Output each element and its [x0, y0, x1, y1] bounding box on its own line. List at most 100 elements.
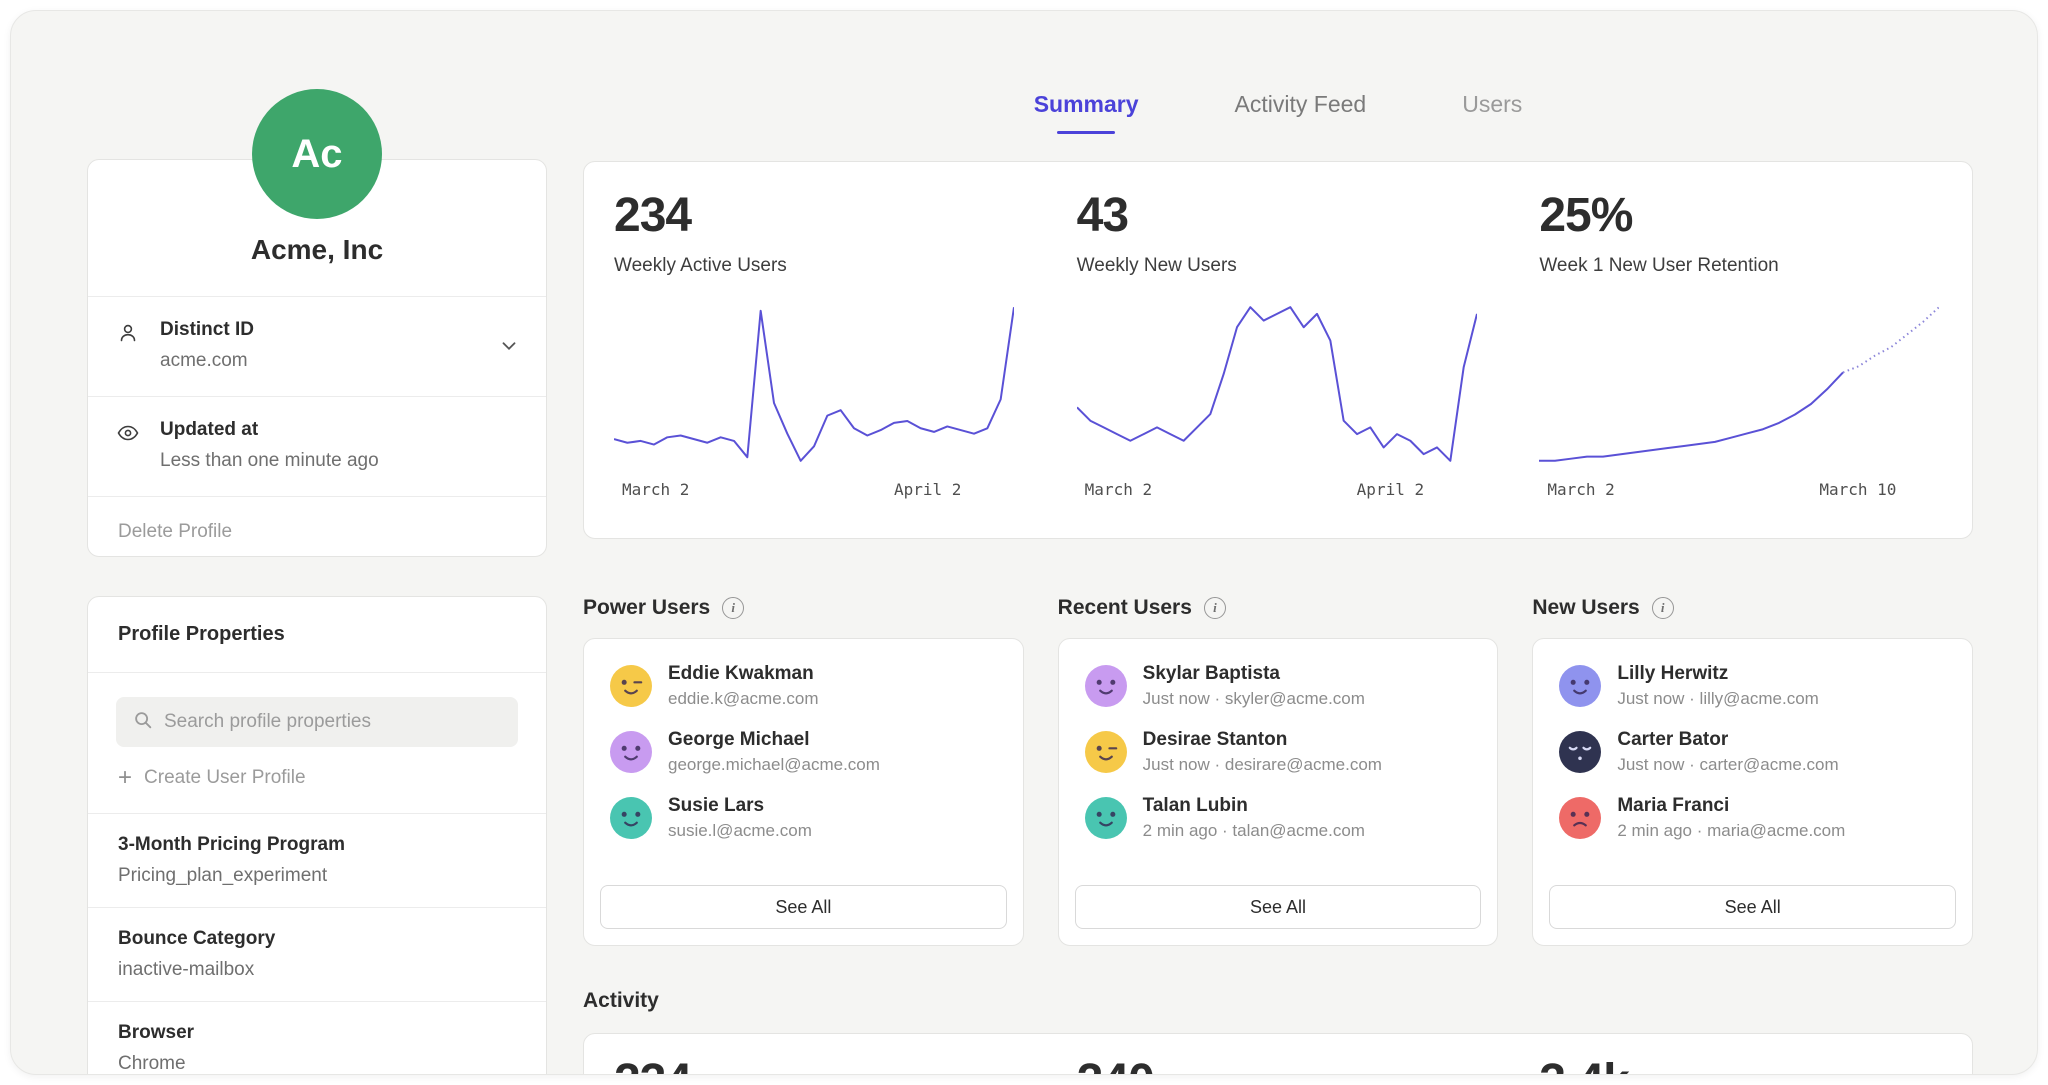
activity-stat: 234 [614, 1054, 1047, 1075]
user-row[interactable]: Desirae Stanton Just now · desirare@acme… [1059, 719, 1498, 785]
user-meta: susie.l@acme.com [668, 821, 812, 841]
activity-card: 234 240 3.4k [583, 1033, 1973, 1075]
user-row[interactable]: Carter Bator Just now · carter@acme.com [1533, 719, 1972, 785]
user-row[interactable]: Lilly Herwitz Just now · lilly@acme.com [1533, 653, 1972, 719]
weekly-new-users-chart [1077, 300, 1477, 468]
avatar [1085, 665, 1127, 707]
property-label: Browser [118, 1022, 516, 1044]
stat-weekly-active-users: 234 Weekly Active Users March 2 April 2 [584, 162, 1047, 538]
delete-profile-button[interactable]: Delete Profile [88, 496, 546, 567]
property-row[interactable]: Bounce Category inactive-mailbox [88, 907, 546, 1001]
user-name: Eddie Kwakman [668, 663, 819, 685]
user-name: Talan Lubin [1143, 795, 1365, 817]
axis-start-label: March 2 [1547, 480, 1614, 499]
updated-at-label: Updated at [160, 419, 516, 441]
create-user-profile-button[interactable]: + Create User Profile [118, 767, 516, 789]
stat-value: 25% [1539, 188, 1972, 243]
create-user-profile-label: Create User Profile [144, 767, 306, 789]
user-meta: Just now · lilly@acme.com [1617, 689, 1818, 709]
new-users-section: New Users i Lilly Herwitz Just now · lil… [1532, 596, 1973, 946]
user-row[interactable]: Maria Franci 2 min ago · maria@acme.com [1533, 785, 1972, 851]
distinct-id-row[interactable]: Distinct ID acme.com [88, 296, 546, 396]
property-value: Chrome [118, 1053, 516, 1075]
activity-stat: 240 [1077, 1054, 1510, 1075]
avatar [1559, 731, 1601, 773]
eye-icon [116, 421, 140, 450]
stat-label: Week 1 New User Retention [1539, 255, 1972, 277]
see-all-button[interactable]: See All [1549, 885, 1956, 929]
new-users-card: Lilly Herwitz Just now · lilly@acme.com … [1532, 638, 1973, 946]
property-value: Pricing_plan_experiment [118, 865, 516, 887]
power-users-card: Eddie Kwakman eddie.k@acme.com George Mi… [583, 638, 1024, 946]
recent-users-card: Skylar Baptista Just now · skyler@acme.c… [1058, 638, 1499, 946]
axis-end-label: April 2 [1357, 480, 1424, 499]
chart-axis: March 2 March 10 [1539, 480, 1939, 502]
plus-icon: + [118, 768, 132, 788]
summary-stats-card: 234 Weekly Active Users March 2 April 2 … [583, 161, 1973, 539]
user-name: Skylar Baptista [1143, 663, 1365, 685]
info-icon[interactable]: i [1652, 597, 1674, 619]
stat-value: 234 [614, 188, 1047, 243]
user-row[interactable]: George Michael george.michael@acme.com [584, 719, 1023, 785]
chart-axis: March 2 April 2 [1077, 480, 1477, 502]
see-all-button[interactable]: See All [1075, 885, 1482, 929]
user-name: Susie Lars [668, 795, 812, 817]
user-name: Desirae Stanton [1143, 729, 1382, 751]
property-search[interactable] [116, 697, 518, 747]
user-meta: george.michael@acme.com [668, 755, 880, 775]
stat-retention: 25% Week 1 New User Retention March 2 Ma… [1509, 162, 1972, 538]
chart-axis: March 2 April 2 [614, 480, 1014, 502]
stat-weekly-new-users: 43 Weekly New Users March 2 April 2 [1047, 162, 1510, 538]
stat-label: Weekly New Users [1077, 255, 1510, 277]
user-sections: Power Users i Eddie Kwakman eddie.k@acme… [583, 596, 1973, 946]
avatar [1559, 797, 1601, 839]
user-meta: 2 min ago · maria@acme.com [1617, 821, 1845, 841]
user-row[interactable]: Talan Lubin 2 min ago · talan@acme.com [1059, 785, 1498, 851]
chevron-down-icon[interactable] [498, 335, 520, 362]
axis-start-label: March 2 [1085, 480, 1152, 499]
user-meta: 2 min ago · talan@acme.com [1143, 821, 1365, 841]
weekly-active-users-chart [614, 300, 1014, 468]
user-row[interactable]: Eddie Kwakman eddie.k@acme.com [584, 653, 1023, 719]
recent-users-title: Recent Users [1058, 596, 1192, 620]
property-label: Bounce Category [118, 928, 516, 950]
tab-summary[interactable]: Summary [1034, 91, 1139, 134]
main-tabs: Summary Activity Feed Users [583, 91, 1973, 134]
stat-label: Weekly Active Users [614, 255, 1047, 277]
info-icon[interactable]: i [1204, 597, 1226, 619]
property-value: inactive-mailbox [118, 959, 516, 981]
property-row[interactable]: Browser Chrome [88, 1001, 546, 1075]
property-label: 3-Month Pricing Program [118, 834, 516, 856]
search-icon [132, 709, 154, 736]
updated-at-value: Less than one minute ago [160, 450, 516, 472]
user-name: Maria Franci [1617, 795, 1845, 817]
axis-start-label: March 2 [622, 480, 689, 499]
avatar [1559, 665, 1601, 707]
user-row[interactable]: Skylar Baptista Just now · skyler@acme.c… [1059, 653, 1498, 719]
info-icon[interactable]: i [722, 597, 744, 619]
axis-end-label: March 10 [1819, 480, 1896, 499]
user-row[interactable]: Susie Lars susie.l@acme.com [584, 785, 1023, 851]
user-meta: eddie.k@acme.com [668, 689, 819, 709]
user-meta: Just now · carter@acme.com [1617, 755, 1838, 775]
avatar [1085, 731, 1127, 773]
see-all-button[interactable]: See All [600, 885, 1007, 929]
retention-chart [1539, 300, 1939, 468]
tab-activity-feed[interactable]: Activity Feed [1235, 91, 1367, 134]
property-row[interactable]: 3-Month Pricing Program Pricing_plan_exp… [88, 813, 546, 907]
avatar [610, 665, 652, 707]
axis-end-label: April 2 [894, 480, 961, 499]
user-name: George Michael [668, 729, 880, 751]
search-input[interactable] [164, 711, 502, 733]
recent-users-section: Recent Users i Skylar Baptista Just now … [1058, 596, 1499, 946]
power-users-title: Power Users [583, 596, 710, 620]
new-users-title: New Users [1532, 596, 1639, 620]
activity-stat: 3.4k [1539, 1054, 1972, 1075]
tab-users[interactable]: Users [1462, 91, 1522, 134]
avatar [610, 797, 652, 839]
company-avatar: Ac [252, 89, 382, 219]
company-name: Acme, Inc [88, 234, 546, 296]
distinct-id-label: Distinct ID [160, 319, 516, 341]
distinct-id-value: acme.com [160, 350, 516, 372]
app-frame: Ac Acme, Inc Distinct ID acme.com [10, 10, 2038, 1075]
